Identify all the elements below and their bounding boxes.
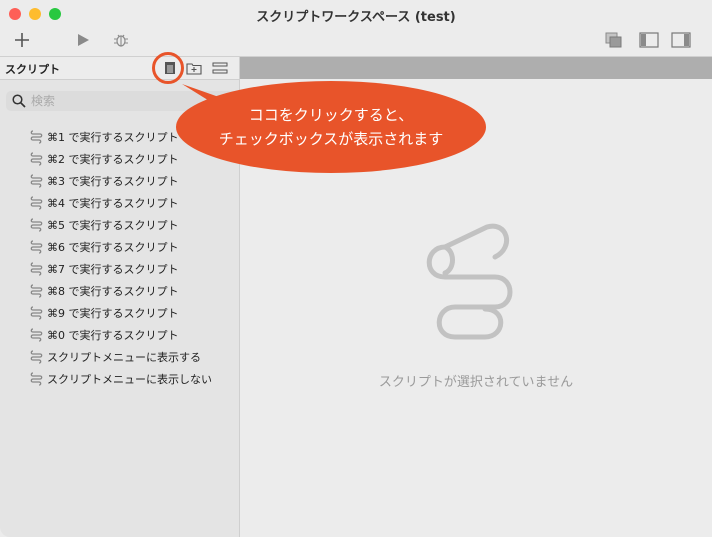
app-window: スクリプトワークスペース (test) スクリプト 検索 ⌘1 で実行するスクリ… [0, 0, 712, 537]
callout-line-1: ココをクリックすると、 [248, 106, 414, 124]
callout-bubble [176, 81, 486, 173]
callout-text: ココをクリックすると、 チェックボックスが表示されます [178, 103, 484, 151]
callout-line-2: チェックボックスが表示されます [218, 130, 444, 148]
